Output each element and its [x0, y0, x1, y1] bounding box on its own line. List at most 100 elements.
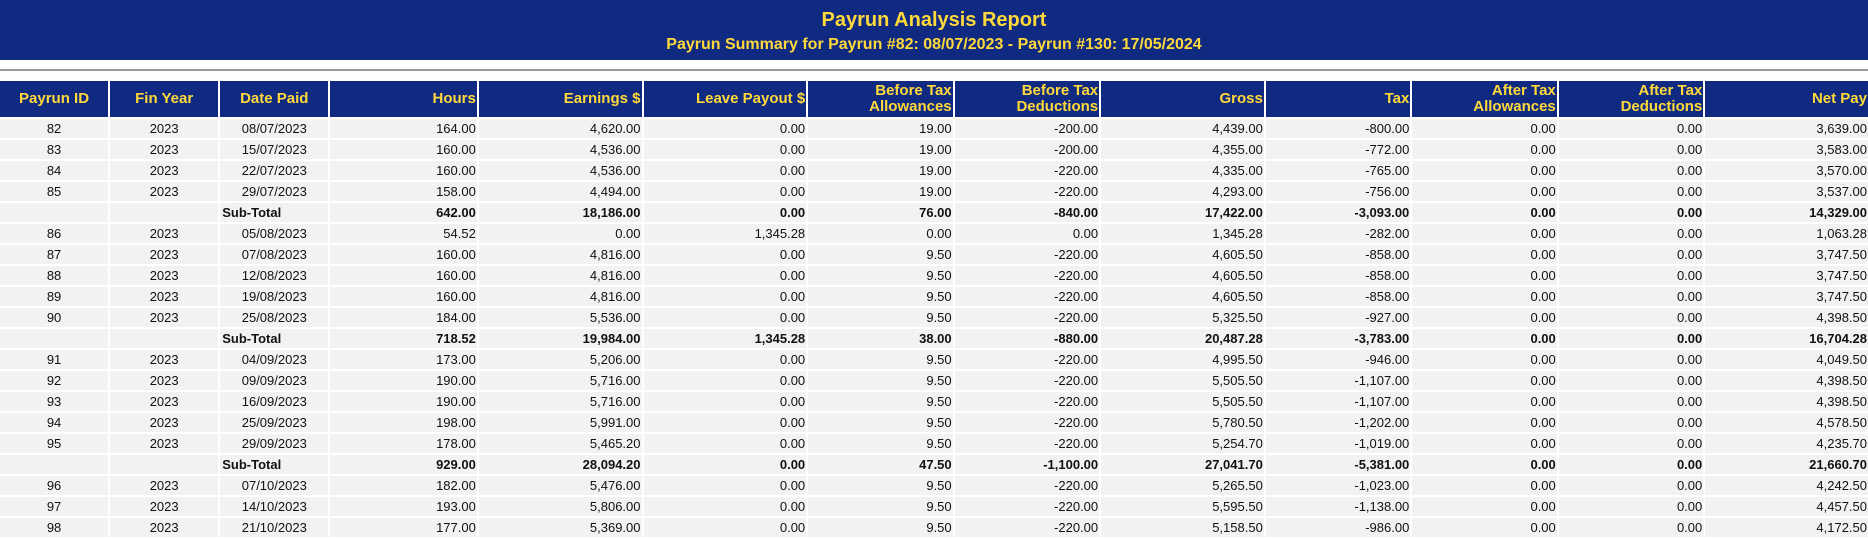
cell-ata: 0.00: [1412, 245, 1557, 264]
cell-tax: -765.00: [1265, 161, 1411, 180]
cell-bta: 19.00: [808, 161, 953, 180]
cell-gross: 4,605.50: [1101, 287, 1264, 306]
column-header-hours: Hours: [330, 81, 477, 117]
cell-btd: -220.00: [954, 371, 1100, 390]
cell-gross: 5,265.50: [1101, 476, 1264, 495]
payrun-table: Payrun ID Fin Year Date Paid Hours Earnings …: [0, 79, 1868, 539]
cell-id: 91: [0, 350, 109, 369]
cell-gross: 5,505.50: [1101, 392, 1264, 411]
cell-atd: 0.00: [1558, 497, 1704, 516]
table-row: 91 2023 04/09/2023 173.00 5,206.00 0.00 9.50 -2…: [0, 350, 1868, 369]
cell-date: 22/07/2023: [220, 161, 329, 180]
cell-year: 2023: [110, 518, 219, 537]
cell-year: [110, 455, 219, 474]
cell-year: 2023: [110, 245, 219, 264]
table-row: 97 2023 14/10/2023 193.00 5,806.00 0.00 9.50 -2…: [0, 497, 1868, 516]
cell-net: 4,398.50: [1705, 392, 1868, 411]
cell-id: 88: [0, 266, 109, 285]
cell-ata: 0.00: [1412, 224, 1557, 243]
cell-ata: 0.00: [1412, 518, 1557, 537]
cell-leave: 0.00: [643, 287, 807, 306]
subtotal-label: Sub-Total: [220, 455, 329, 474]
table-row: 90 2023 25/08/2023 184.00 5,536.00 0.00 9.50 -2…: [0, 308, 1868, 327]
cell-gross: 4,335.00: [1101, 161, 1264, 180]
table-row: 96 2023 07/10/2023 182.00 5,476.00 0.00 9.50 -2…: [0, 476, 1868, 495]
cell-ata: 0.00: [1412, 287, 1557, 306]
cell-btd: -220.00: [954, 161, 1100, 180]
cell-bta: 9.50: [808, 287, 953, 306]
cell-hours: 198.00: [330, 413, 477, 432]
cell-leave: 0.00: [643, 434, 807, 453]
cell-id: [0, 455, 109, 474]
cell-hours: 718.52: [330, 329, 477, 348]
column-header-net: Net Pay: [1705, 81, 1868, 117]
cell-year: 2023: [110, 287, 219, 306]
cell-tax: -946.00: [1265, 350, 1411, 369]
cell-hours: 158.00: [330, 182, 477, 201]
cell-ata: 0.00: [1412, 308, 1557, 327]
column-header-ata: After Tax Allowances: [1412, 81, 1557, 117]
cell-bta: 9.50: [808, 266, 953, 285]
cell-id: [0, 203, 109, 222]
cell-year: 2023: [110, 119, 219, 138]
cell-net: 4,398.50: [1705, 371, 1868, 390]
report-header: Payrun Analysis Report Payrun Summary fo…: [0, 0, 1868, 60]
cell-gross: 4,605.50: [1101, 266, 1264, 285]
cell-net: 4,398.50: [1705, 308, 1868, 327]
cell-id: 96: [0, 476, 109, 495]
column-header-date: Date Paid: [220, 81, 329, 117]
cell-atd: 0.00: [1558, 224, 1704, 243]
cell-gross: 4,995.50: [1101, 350, 1264, 369]
cell-ata: 0.00: [1412, 350, 1557, 369]
table-row: 93 2023 16/09/2023 190.00 5,716.00 0.00 9.50 -2…: [0, 392, 1868, 411]
cell-earnings: 4,494.00: [478, 182, 642, 201]
cell-atd: 0.00: [1558, 140, 1704, 159]
cell-year: [110, 203, 219, 222]
subtotal-label: Sub-Total: [220, 329, 329, 348]
cell-year: 2023: [110, 350, 219, 369]
cell-tax: -800.00: [1265, 119, 1411, 138]
cell-year: [110, 329, 219, 348]
cell-year: 2023: [110, 224, 219, 243]
cell-bta: 0.00: [808, 224, 953, 243]
cell-net: 16,704.28: [1705, 329, 1868, 348]
cell-id: 94: [0, 413, 109, 432]
table-row: 94 2023 25/09/2023 198.00 5,991.00 0.00 9.50 -2…: [0, 413, 1868, 432]
cell-gross: 5,505.50: [1101, 371, 1264, 390]
cell-gross: 17,422.00: [1101, 203, 1264, 222]
cell-gross: 5,325.50: [1101, 308, 1264, 327]
cell-hours: 929.00: [330, 455, 477, 474]
cell-id: [0, 329, 109, 348]
cell-hours: 160.00: [330, 287, 477, 306]
cell-hours: 164.00: [330, 119, 477, 138]
cell-earnings: 4,620.00: [478, 119, 642, 138]
cell-earnings: 19,984.00: [478, 329, 642, 348]
cell-date: 29/07/2023: [220, 182, 329, 201]
cell-bta: 47.50: [808, 455, 953, 474]
cell-ata: 0.00: [1412, 455, 1557, 474]
subtotal-row: Sub-Total 929.00 28,094.20 0.00 47.50 -1,100.…: [0, 455, 1868, 474]
column-header-id: Payrun ID: [0, 81, 109, 117]
cell-btd: -220.00: [954, 413, 1100, 432]
cell-bta: 76.00: [808, 203, 953, 222]
cell-hours: 190.00: [330, 392, 477, 411]
cell-earnings: 4,816.00: [478, 245, 642, 264]
cell-leave: 0.00: [643, 266, 807, 285]
cell-id: 93: [0, 392, 109, 411]
cell-leave: 0.00: [643, 140, 807, 159]
column-header-bta: Before Tax Allowances: [808, 81, 953, 117]
cell-ata: 0.00: [1412, 329, 1557, 348]
cell-id: 97: [0, 497, 109, 516]
cell-hours: 160.00: [330, 245, 477, 264]
cell-atd: 0.00: [1558, 434, 1704, 453]
cell-hours: 642.00: [330, 203, 477, 222]
cell-atd: 0.00: [1558, 329, 1704, 348]
cell-atd: 0.00: [1558, 266, 1704, 285]
cell-year: 2023: [110, 182, 219, 201]
cell-leave: 0.00: [643, 371, 807, 390]
cell-btd: -220.00: [954, 476, 1100, 495]
cell-gross: 20,487.28: [1101, 329, 1264, 348]
cell-btd: -220.00: [954, 287, 1100, 306]
cell-gross: 27,041.70: [1101, 455, 1264, 474]
cell-ata: 0.00: [1412, 203, 1557, 222]
